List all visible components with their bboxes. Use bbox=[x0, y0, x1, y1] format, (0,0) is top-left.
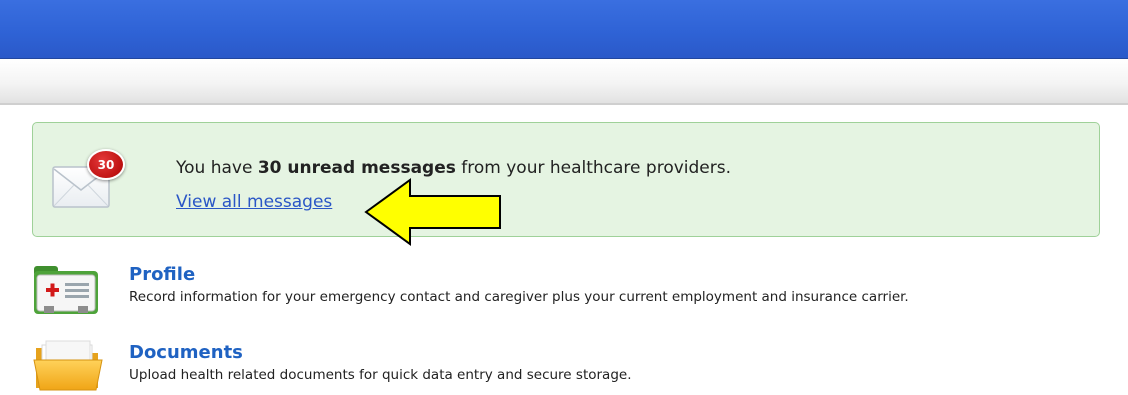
profile-link[interactable]: Profile bbox=[129, 264, 195, 285]
folder-icon[interactable] bbox=[32, 336, 104, 394]
unread-count-strong: 30 unread messages bbox=[257, 158, 456, 178]
top-banner bbox=[0, 0, 1128, 59]
medical-folder-icon[interactable] bbox=[32, 264, 100, 316]
toolbar-strip bbox=[0, 59, 1128, 105]
documents-link[interactable]: Documents bbox=[129, 342, 243, 363]
view-all-messages-link[interactable]: View all messages bbox=[176, 192, 332, 212]
unread-messages-text: You have 30 unread messages from your he… bbox=[176, 158, 732, 178]
unread-messages-panel bbox=[32, 122, 1100, 237]
profile-description: Record information for your emergency co… bbox=[129, 289, 909, 305]
unread-count-badge: 30 bbox=[87, 149, 125, 180]
documents-description: Upload health related documents for quic… bbox=[129, 367, 632, 383]
callout-arrow-icon bbox=[364, 178, 501, 246]
